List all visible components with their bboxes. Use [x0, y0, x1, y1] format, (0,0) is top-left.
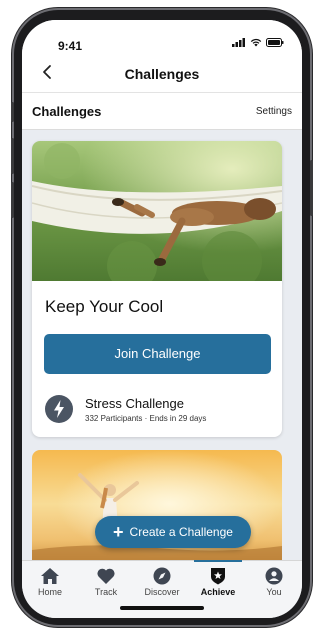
settings-link[interactable]: Settings — [256, 106, 292, 117]
home-icon — [41, 568, 59, 584]
page-title: Challenges — [124, 66, 200, 82]
nav-bar: Challenges — [22, 54, 302, 93]
section-title: Challenges — [32, 104, 102, 119]
screen: 9:41 Challenges Challenges Settings Keep… — [22, 20, 302, 618]
status-time: 9:41 — [58, 39, 83, 53]
tab-you-label: You — [266, 587, 282, 597]
tab-home[interactable]: Home — [22, 561, 78, 618]
join-challenge-button[interactable]: Join Challenge — [44, 334, 271, 374]
battery-icon — [266, 38, 284, 47]
volume-down-button — [11, 182, 14, 218]
mute-switch — [11, 102, 14, 122]
challenge-meta: 332 Participants · Ends in 29 days — [85, 414, 207, 423]
user-icon — [265, 567, 283, 585]
second-challenge-card[interactable] — [32, 450, 282, 570]
challenge-name: Stress Challenge — [85, 396, 184, 411]
plus-icon: + — [113, 522, 124, 542]
star-shield-icon — [211, 568, 225, 585]
create-challenge-button[interactable]: + Create a Challenge — [95, 516, 251, 548]
volume-up-button — [11, 138, 14, 174]
status-icons — [232, 38, 284, 47]
tab-track-label: Track — [94, 587, 118, 597]
challenge-card[interactable]: Keep Your Cool Join Challenge Stress Cha… — [32, 141, 282, 437]
signal-icon — [232, 38, 245, 47]
power-button — [310, 160, 313, 216]
active-tab-indicator — [194, 560, 242, 562]
challenge-title: Keep Your Cool — [45, 297, 164, 316]
status-bar: 9:41 — [22, 20, 302, 54]
sunset-photo — [32, 450, 282, 570]
compass-icon — [153, 567, 171, 585]
wifi-icon — [250, 38, 262, 47]
tab-you[interactable]: You — [246, 561, 302, 618]
tab-home-label: Home — [37, 587, 62, 597]
hammock-photo — [32, 141, 282, 281]
tab-achieve-label: Achieve — [200, 587, 236, 597]
create-challenge-label: Create a Challenge — [129, 525, 233, 539]
lightning-bolt-icon — [45, 395, 73, 423]
home-indicator — [120, 606, 204, 610]
heart-icon — [97, 568, 115, 584]
section-header: Challenges Settings — [22, 93, 302, 130]
tab-discover-label: Discover — [144, 587, 180, 597]
